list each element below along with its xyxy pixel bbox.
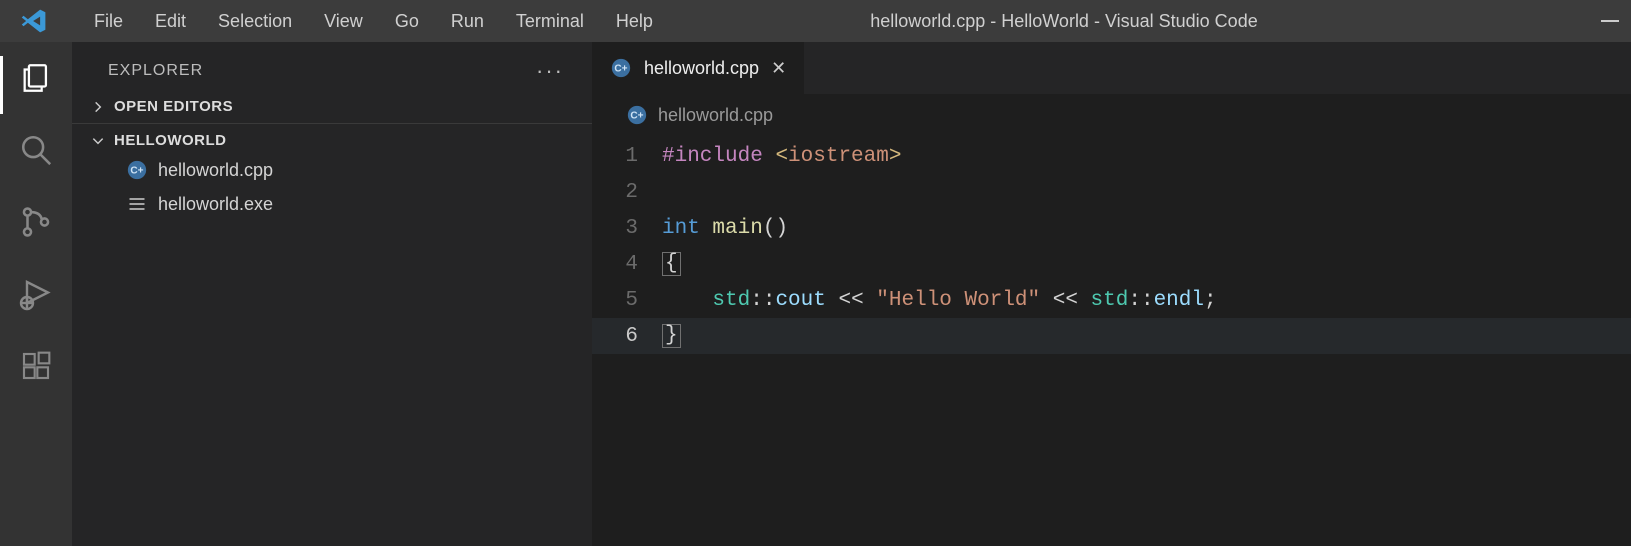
file-helloworld-cpp[interactable]: C+ helloworld.cpp xyxy=(72,153,592,187)
code-line[interactable]: 3 int main() xyxy=(592,210,1631,246)
explorer-sidebar: EXPLORER ··· OPEN EDITORS HELLOWORLD C+ … xyxy=(72,42,592,546)
code-line[interactable]: 4 { xyxy=(592,246,1631,282)
cpp-file-icon: C+ xyxy=(626,104,648,126)
line-number: 1 xyxy=(592,145,662,168)
code-line[interactable]: 5 std::cout << "Hello World" << std::end… xyxy=(592,282,1631,318)
sidebar-more-icon[interactable]: ··· xyxy=(536,58,570,84)
chevron-down-icon xyxy=(90,133,106,149)
source-control-icon[interactable] xyxy=(18,204,54,240)
cpp-file-icon: C+ xyxy=(126,159,148,181)
menu-selection[interactable]: Selection xyxy=(202,5,308,38)
activity-bar xyxy=(0,42,72,546)
file-label: helloworld.cpp xyxy=(158,160,273,181)
activity-indicator xyxy=(0,56,3,114)
minimize-button[interactable] xyxy=(1601,20,1619,22)
run-debug-icon[interactable] xyxy=(18,276,54,312)
menu-file[interactable]: File xyxy=(78,5,139,38)
code-line[interactable]: 1 #include <iostream> xyxy=(592,138,1631,174)
line-number: 6 xyxy=(592,325,662,348)
tab-bar: C+ helloworld.cpp ✕ xyxy=(592,42,1631,94)
menu-terminal[interactable]: Terminal xyxy=(500,5,600,38)
file-label: helloworld.exe xyxy=(158,194,273,215)
title-bar: File Edit Selection View Go Run Terminal… xyxy=(0,0,1631,42)
exe-file-icon xyxy=(126,193,148,215)
explorer-icon[interactable] xyxy=(18,60,54,96)
menu-bar: File Edit Selection View Go Run Terminal… xyxy=(78,5,669,38)
breadcrumb[interactable]: C+ helloworld.cpp xyxy=(592,94,1631,138)
file-helloworld-exe[interactable]: helloworld.exe xyxy=(72,187,592,221)
sidebar-title: EXPLORER xyxy=(108,62,203,80)
editor-area: C+ helloworld.cpp ✕ C+ helloworld.cpp 1 … xyxy=(592,42,1631,546)
section-workspace-label: HELLOWORLD xyxy=(114,132,226,149)
menu-view[interactable]: View xyxy=(308,5,379,38)
close-icon[interactable]: ✕ xyxy=(771,58,786,79)
svg-text:C+: C+ xyxy=(630,111,643,122)
breadcrumb-label: helloworld.cpp xyxy=(658,105,773,126)
code-line[interactable]: 6 } xyxy=(592,318,1631,354)
tab-helloworld[interactable]: C+ helloworld.cpp ✕ xyxy=(592,42,804,94)
section-workspace[interactable]: HELLOWORLD xyxy=(72,124,592,153)
vscode-logo-icon xyxy=(20,7,48,35)
menu-go[interactable]: Go xyxy=(379,5,435,38)
line-number: 5 xyxy=(592,289,662,312)
search-icon[interactable] xyxy=(18,132,54,168)
window-controls xyxy=(1559,20,1619,22)
svg-text:C+: C+ xyxy=(130,166,143,177)
code-area[interactable]: 1 #include <iostream> 2 3 int main() 4 {… xyxy=(592,138,1631,354)
svg-text:C+: C+ xyxy=(614,64,627,75)
extensions-icon[interactable] xyxy=(18,348,54,384)
menu-edit[interactable]: Edit xyxy=(139,5,202,38)
line-number: 3 xyxy=(592,217,662,240)
window-title: helloworld.cpp - HelloWorld - Visual Stu… xyxy=(669,11,1559,32)
menu-run[interactable]: Run xyxy=(435,5,500,38)
chevron-right-icon xyxy=(90,99,106,115)
code-line[interactable]: 2 xyxy=(592,174,1631,210)
line-number: 2 xyxy=(592,181,662,204)
line-number: 4 xyxy=(592,253,662,276)
cpp-file-icon: C+ xyxy=(610,57,632,79)
section-open-editors-label: OPEN EDITORS xyxy=(114,98,233,115)
menu-help[interactable]: Help xyxy=(600,5,669,38)
section-open-editors[interactable]: OPEN EDITORS xyxy=(72,90,592,119)
tab-label: helloworld.cpp xyxy=(644,58,759,79)
